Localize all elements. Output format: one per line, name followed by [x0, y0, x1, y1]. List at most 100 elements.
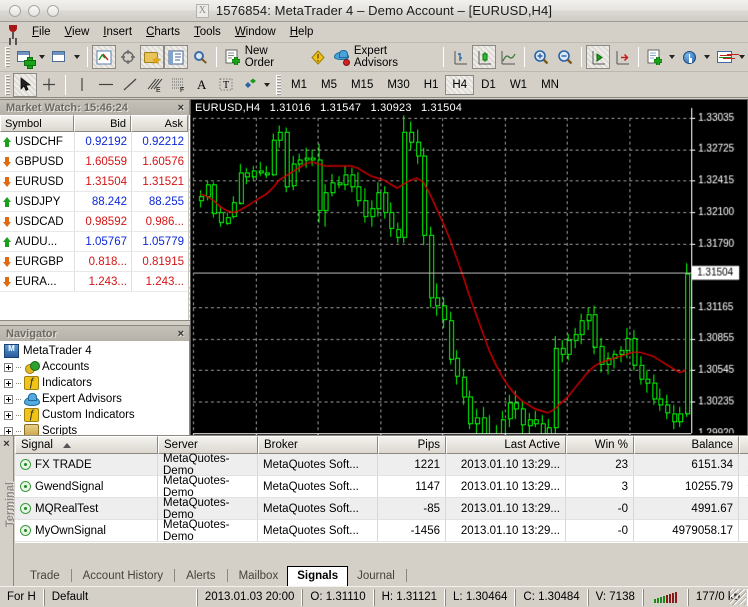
- market-watch-row[interactable]: USDCAD 0.98592 0.986...: [0, 212, 188, 232]
- table-row[interactable]: MQRealTest MetaQuotes-Demo MetaQuotes Soft…: [15, 497, 748, 521]
- menu-help[interactable]: Help: [283, 23, 321, 41]
- terminal-tab-journal[interactable]: Journal: [348, 567, 404, 586]
- menu-window[interactable]: Window: [228, 23, 283, 41]
- price-chart[interactable]: [191, 100, 747, 455]
- crosshair-tool-button[interactable]: [37, 73, 61, 97]
- data-window-button[interactable]: [116, 45, 140, 69]
- trendline-tool-button[interactable]: [118, 73, 142, 97]
- terminal-tab-signals[interactable]: Signals: [287, 566, 349, 587]
- status-profile[interactable]: Default: [43, 588, 197, 606]
- expand-icon[interactable]: [4, 394, 13, 404]
- timeframe-h1[interactable]: H1: [417, 75, 446, 95]
- navigator-item-indicators[interactable]: Indicators: [0, 375, 189, 391]
- market-watch-row[interactable]: USDCHF 0.92192 0.92212: [0, 132, 188, 152]
- column-header-broker[interactable]: Broker: [258, 436, 378, 454]
- menu-insert[interactable]: Insert: [96, 23, 139, 41]
- navigator-root-item[interactable]: MetaTrader 4: [0, 341, 189, 359]
- cursor-tool-button[interactable]: [13, 72, 37, 97]
- navigator-item-expert-advisors[interactable]: Expert Advisors: [0, 391, 189, 407]
- column-header-ask[interactable]: Ask: [131, 115, 188, 132]
- equidistant-channel-tool-button[interactable]: E: [142, 73, 166, 97]
- indicators-button[interactable]: [713, 45, 748, 69]
- strategy-tester-button[interactable]: [188, 45, 212, 69]
- column-header-graph[interactable]: Graph: [739, 436, 748, 454]
- templates-button[interactable]: [643, 45, 678, 69]
- close-icon[interactable]: ×: [176, 328, 186, 340]
- timeframe-d1[interactable]: D1: [474, 75, 503, 95]
- maximize-button[interactable]: [47, 4, 59, 17]
- timeframe-m15[interactable]: M15: [344, 75, 380, 95]
- text-tool-button[interactable]: A: [190, 73, 214, 97]
- expand-icon[interactable]: [4, 362, 13, 372]
- menu-file[interactable]: FFileile: [25, 23, 58, 41]
- timeframe-h4[interactable]: H4: [445, 74, 475, 95]
- signal-graph-cell[interactable]: [739, 476, 748, 498]
- menu-charts[interactable]: Charts: [139, 23, 187, 41]
- vertical-line-tool-button[interactable]: [70, 73, 94, 97]
- column-header-last-active[interactable]: Last Active: [446, 436, 566, 454]
- column-header-win-percent[interactable]: Win %: [566, 436, 634, 454]
- navigator-item-custom-indicators[interactable]: Custom Indicators: [0, 407, 189, 423]
- auto-scroll-button[interactable]: [586, 45, 611, 69]
- timeframe-m5[interactable]: M5: [314, 75, 344, 95]
- market-watch-row[interactable]: EURUSD 1.31504 1.31521: [0, 172, 188, 192]
- navigator-item-accounts[interactable]: Accounts: [0, 359, 189, 375]
- toolbar-grip[interactable]: [5, 47, 10, 67]
- column-header-server[interactable]: Server: [158, 436, 258, 454]
- metaeditor-button[interactable]: [306, 45, 330, 69]
- expert-advisors-button[interactable]: Expert Advisors: [330, 45, 439, 69]
- timeframe-w1[interactable]: W1: [503, 75, 534, 95]
- candlestick-chart-button[interactable]: [472, 45, 497, 69]
- zoom-in-button[interactable]: [529, 45, 553, 69]
- market-watch-row[interactable]: EURA... 1.243... 1.243...: [0, 272, 188, 292]
- toolbar-grip[interactable]: [276, 74, 281, 95]
- column-header-pips[interactable]: Pips: [378, 436, 446, 454]
- menu-tools[interactable]: Tools: [187, 23, 228, 41]
- chevron-down-icon[interactable]: [73, 55, 80, 59]
- timeframe-m30[interactable]: M30: [380, 75, 416, 95]
- table-row[interactable]: MyOwnSignal MetaQuotes-Demo MetaQuotes Sof…: [15, 519, 748, 543]
- menu-view[interactable]: View: [58, 23, 97, 41]
- column-header-signal[interactable]: Signal: [15, 436, 158, 454]
- chart-window[interactable]: EURUSD,H4 1.31016 1.31547 1.30923 1.3150…: [190, 99, 748, 456]
- toolbar-grip[interactable]: [5, 74, 10, 95]
- line-chart-button[interactable]: [496, 45, 520, 69]
- connection-status[interactable]: [642, 588, 688, 606]
- minimize-button[interactable]: [28, 4, 40, 17]
- table-row[interactable]: FX TRADE MetaQuotes-Demo MetaQuotes Soft..…: [15, 453, 748, 477]
- chevron-down-icon[interactable]: [264, 82, 270, 87]
- zoom-out-button[interactable]: [553, 45, 577, 69]
- resize-grip[interactable]: [730, 589, 746, 605]
- market-watch-row[interactable]: AUDU... 1.05767 1.05779: [0, 232, 188, 252]
- column-header-bid[interactable]: Bid: [74, 115, 131, 132]
- market-watch-row[interactable]: EURGBP 0.818... 0.81915: [0, 252, 188, 272]
- column-header-symbol[interactable]: Symbol: [0, 115, 74, 132]
- navigator-button[interactable]: ★: [139, 45, 164, 69]
- market-watch-button[interactable]: [91, 45, 116, 69]
- chart-shift-button[interactable]: [610, 45, 634, 69]
- column-header-balance[interactable]: Balance: [634, 436, 739, 454]
- text-label-tool-button[interactable]: T: [214, 73, 238, 97]
- new-order-button[interactable]: New Order: [221, 45, 306, 69]
- chevron-down-icon[interactable]: [669, 55, 676, 59]
- close-button[interactable]: [9, 4, 21, 17]
- table-row[interactable]: GwendSignal MetaQuotes-Demo MetaQuotes Sof…: [15, 475, 748, 499]
- terminal-tab-alerts[interactable]: Alerts: [177, 567, 224, 586]
- periodicity-button[interactable]: [678, 45, 713, 69]
- close-icon[interactable]: ×: [0, 436, 13, 450]
- close-icon[interactable]: ×: [176, 102, 186, 114]
- signal-graph-cell[interactable]: [739, 454, 748, 476]
- new-chart-button[interactable]: [13, 45, 48, 69]
- market-watch-row[interactable]: USDJPY 88.242 88.255: [0, 192, 188, 212]
- expand-icon[interactable]: [4, 410, 13, 420]
- market-watch-row[interactable]: GBPUSD 1.60559 1.60576: [0, 152, 188, 172]
- horizontal-line-tool-button[interactable]: [94, 73, 118, 97]
- terminal-tab-mailbox[interactable]: Mailbox: [230, 567, 288, 586]
- chevron-down-icon[interactable]: [704, 55, 711, 59]
- terminal-button[interactable]: [163, 45, 188, 69]
- bar-chart-button[interactable]: [448, 45, 472, 69]
- expand-icon[interactable]: [4, 378, 13, 388]
- profiles-button[interactable]: [48, 45, 83, 69]
- window-controls[interactable]: [0, 4, 59, 17]
- terminal-tab-trade[interactable]: Trade: [21, 567, 69, 586]
